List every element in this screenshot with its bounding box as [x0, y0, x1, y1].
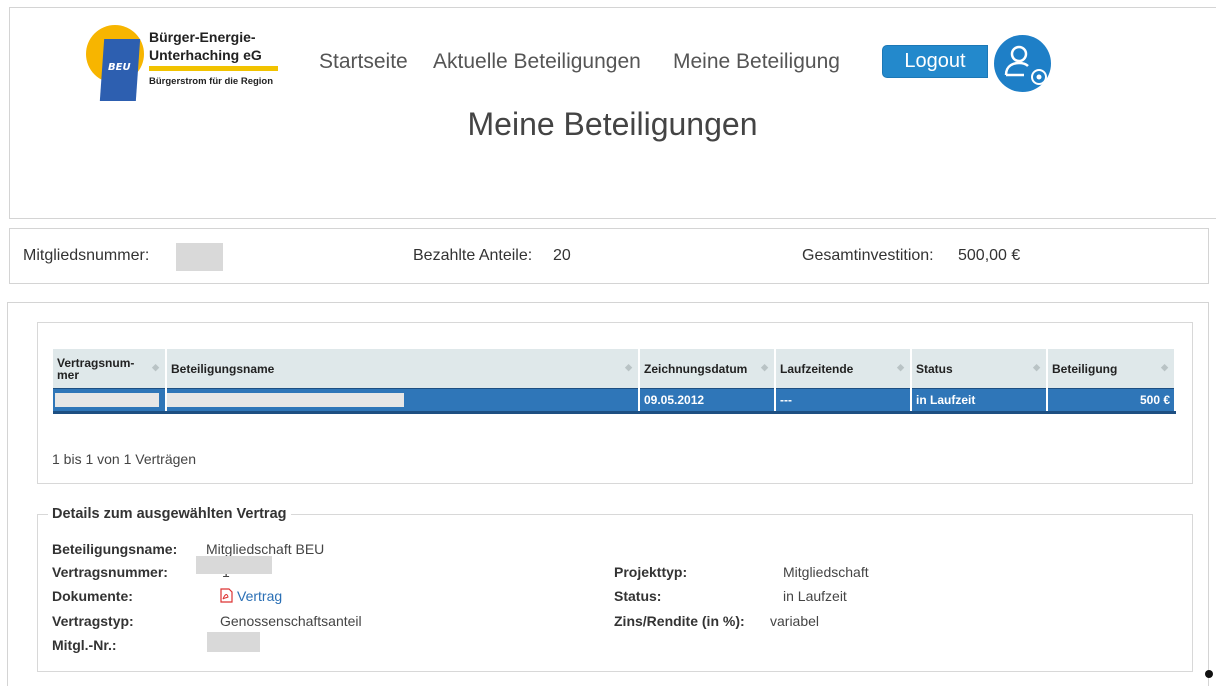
shares-value: 20 — [553, 247, 571, 264]
total-label: Gesamtinvestition: — [802, 247, 934, 264]
member-number-label: Mitgliedsnummer: — [23, 247, 150, 264]
table-row[interactable]: 09.05.2012 --- in Laufzeit 500 € — [53, 388, 1176, 414]
projekttyp-label: Projekttyp: — [614, 564, 688, 580]
status-label: Status: — [614, 588, 662, 604]
shares-label: Bezahlte Anteile: — [413, 247, 533, 264]
sort-icon: ◆ — [625, 362, 632, 372]
table-pager: 1 bis 1 von 1 Verträgen — [52, 451, 196, 467]
name-label: Beteiligungsname: — [52, 541, 178, 557]
col-status[interactable]: Status ◆ — [911, 349, 1048, 389]
cell-beteiligung: 500 € — [1047, 388, 1176, 414]
scroll-indicator — [1205, 670, 1213, 678]
cell-beteiligungsname — [166, 388, 640, 414]
logo[interactable]: BEU Bürger-Energie- Unterhaching eG Bürg… — [85, 24, 295, 104]
nummer-label: Vertragsnummer: — [52, 564, 168, 580]
nav-meine-beteiligung[interactable]: Meine Beteiligung — [673, 50, 840, 74]
details-legend: Details zum ausgewählten Vertrag — [52, 506, 287, 522]
col-beteiligungsname[interactable]: Beteiligungsname ◆ — [166, 349, 640, 389]
nummer-redacted — [196, 556, 272, 574]
zins-label: Zins/Rendite (in %): — [614, 613, 745, 629]
cell-zeichnungsdatum: 09.05.2012 — [639, 388, 776, 414]
status-value: in Laufzeit — [783, 588, 847, 604]
nav-startseite[interactable]: Startseite — [319, 50, 408, 74]
cell-status: in Laufzeit — [911, 388, 1048, 414]
sort-icon: ◆ — [1161, 362, 1168, 372]
user-settings-icon[interactable] — [994, 35, 1051, 92]
col-zeichnungsdatum[interactable]: Zeichnungsdatum ◆ — [639, 349, 776, 389]
logo-underline — [149, 66, 278, 71]
cell-vertragsnummer — [53, 388, 167, 414]
nav-aktuelle-beteiligungen[interactable]: Aktuelle Beteiligungen — [433, 50, 641, 74]
col-vertragsnummer[interactable]: Vertrags­num-mer ◆ — [53, 349, 167, 389]
contracts-table: Vertrags­num-mer ◆ Beteiligungsname ◆ Zeic… — [53, 349, 1176, 414]
sort-icon: ◆ — [152, 362, 159, 372]
logo-tagline: Bürgerstrom für die Region — [149, 76, 274, 87]
logo-line1: Bürger-Energie- — [149, 29, 256, 45]
dokumente-value[interactable]: Vertrag — [220, 588, 282, 604]
cell-laufzeitende: --- — [775, 388, 912, 414]
pdf-icon — [220, 588, 233, 603]
projekttyp-value: Mitgliedschaft — [783, 564, 869, 580]
sort-icon: ◆ — [761, 362, 768, 372]
typ-label: Vertragstyp: — [52, 613, 134, 629]
summary-bar: Mitgliedsnummer: Bezahlte Anteile: 20 Ge… — [9, 228, 1209, 284]
col-beteiligung[interactable]: Beteiligung ◆ — [1047, 349, 1176, 389]
total-value: 500,00 € — [958, 247, 1021, 264]
dokumente-label: Dokumente: — [52, 588, 133, 604]
sort-icon: ◆ — [1033, 362, 1040, 372]
member-number-redacted — [176, 243, 223, 271]
logout-button[interactable]: Logout — [882, 45, 988, 78]
logo-line2: Unterhaching eG — [149, 47, 262, 63]
mitgl-label: Mitgl.-Nr.: — [52, 637, 117, 653]
typ-value: Genossenschaftsanteil — [220, 613, 362, 629]
col-laufzeitende[interactable]: Laufzeitende ◆ — [775, 349, 912, 389]
zins-value: variabel — [770, 613, 820, 629]
vertrag-link[interactable]: Vertrag — [237, 588, 282, 604]
mitgl-redacted — [207, 632, 260, 652]
name-value: Mitgliedschaft BEU — [206, 541, 325, 557]
logo-badge: BEU — [108, 62, 131, 73]
sort-icon: ◆ — [897, 362, 904, 372]
page-title: Meine Beteiligungen — [467, 106, 758, 142]
